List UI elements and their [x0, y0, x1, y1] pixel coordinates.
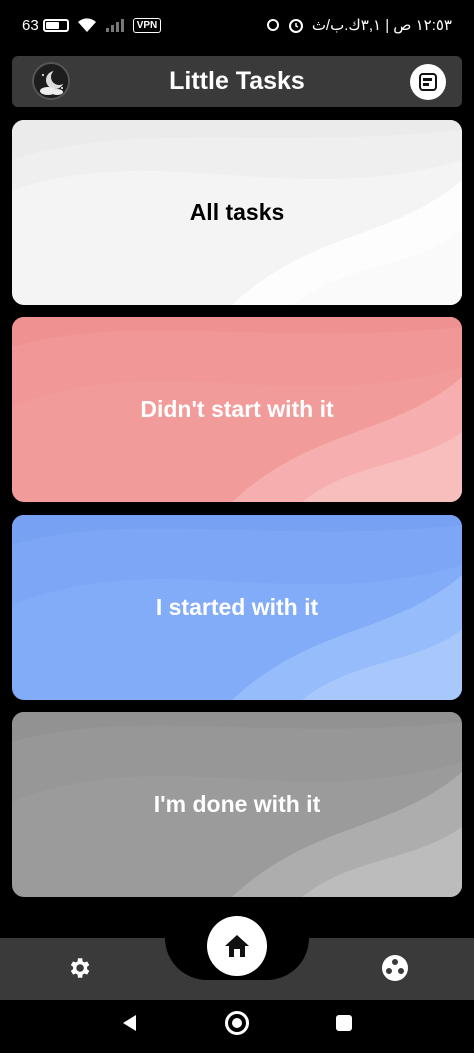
card-all-tasks[interactable]: All tasks — [12, 120, 462, 305]
app-header: Little Tasks — [12, 56, 462, 107]
card-label: I started with it — [155, 594, 319, 620]
card-label: Didn't start with it — [140, 396, 334, 422]
wifi-icon — [77, 18, 96, 32]
status-bar: 63 VPN ١٢:٥٣ ص | ٣,١ك.ب/ث — [0, 0, 474, 50]
bug-icon — [266, 19, 279, 31]
card-started[interactable]: I started with it — [12, 515, 462, 700]
status-right: ١٢:٥٣ ص | ٣,١ك.ب/ث — [266, 16, 452, 34]
battery-icon — [42, 18, 69, 32]
signal-icon — [105, 19, 124, 32]
home-button[interactable] — [207, 916, 267, 976]
game-icon[interactable] — [381, 954, 409, 982]
gear-icon[interactable] — [66, 955, 92, 981]
note-icon — [419, 73, 437, 91]
battery-indicator: 63 — [22, 17, 69, 34]
card-didnt-start[interactable]: Didn't start with it — [12, 317, 462, 502]
home-icon — [225, 935, 249, 957]
battery-percent: 63 — [22, 16, 39, 34]
home-circle-icon[interactable] — [225, 1011, 249, 1035]
card-label: All tasks — [189, 199, 285, 225]
app-title: Little Tasks — [169, 67, 305, 95]
moon-avatar-icon[interactable] — [32, 62, 70, 100]
status-left: 63 VPN — [22, 17, 162, 34]
notes-button[interactable] — [410, 64, 446, 100]
vpn-badge: VPN — [132, 17, 162, 33]
alarm-icon — [288, 19, 303, 33]
status-time: ١٢:٥٣ ص | ٣,١ك.ب/ث — [311, 17, 452, 34]
back-icon[interactable] — [120, 1013, 138, 1033]
recent-apps-icon[interactable] — [336, 1015, 352, 1031]
card-done[interactable]: I'm done with it — [12, 712, 462, 897]
card-label: I'm done with it — [153, 791, 321, 817]
system-nav — [0, 1000, 474, 1053]
